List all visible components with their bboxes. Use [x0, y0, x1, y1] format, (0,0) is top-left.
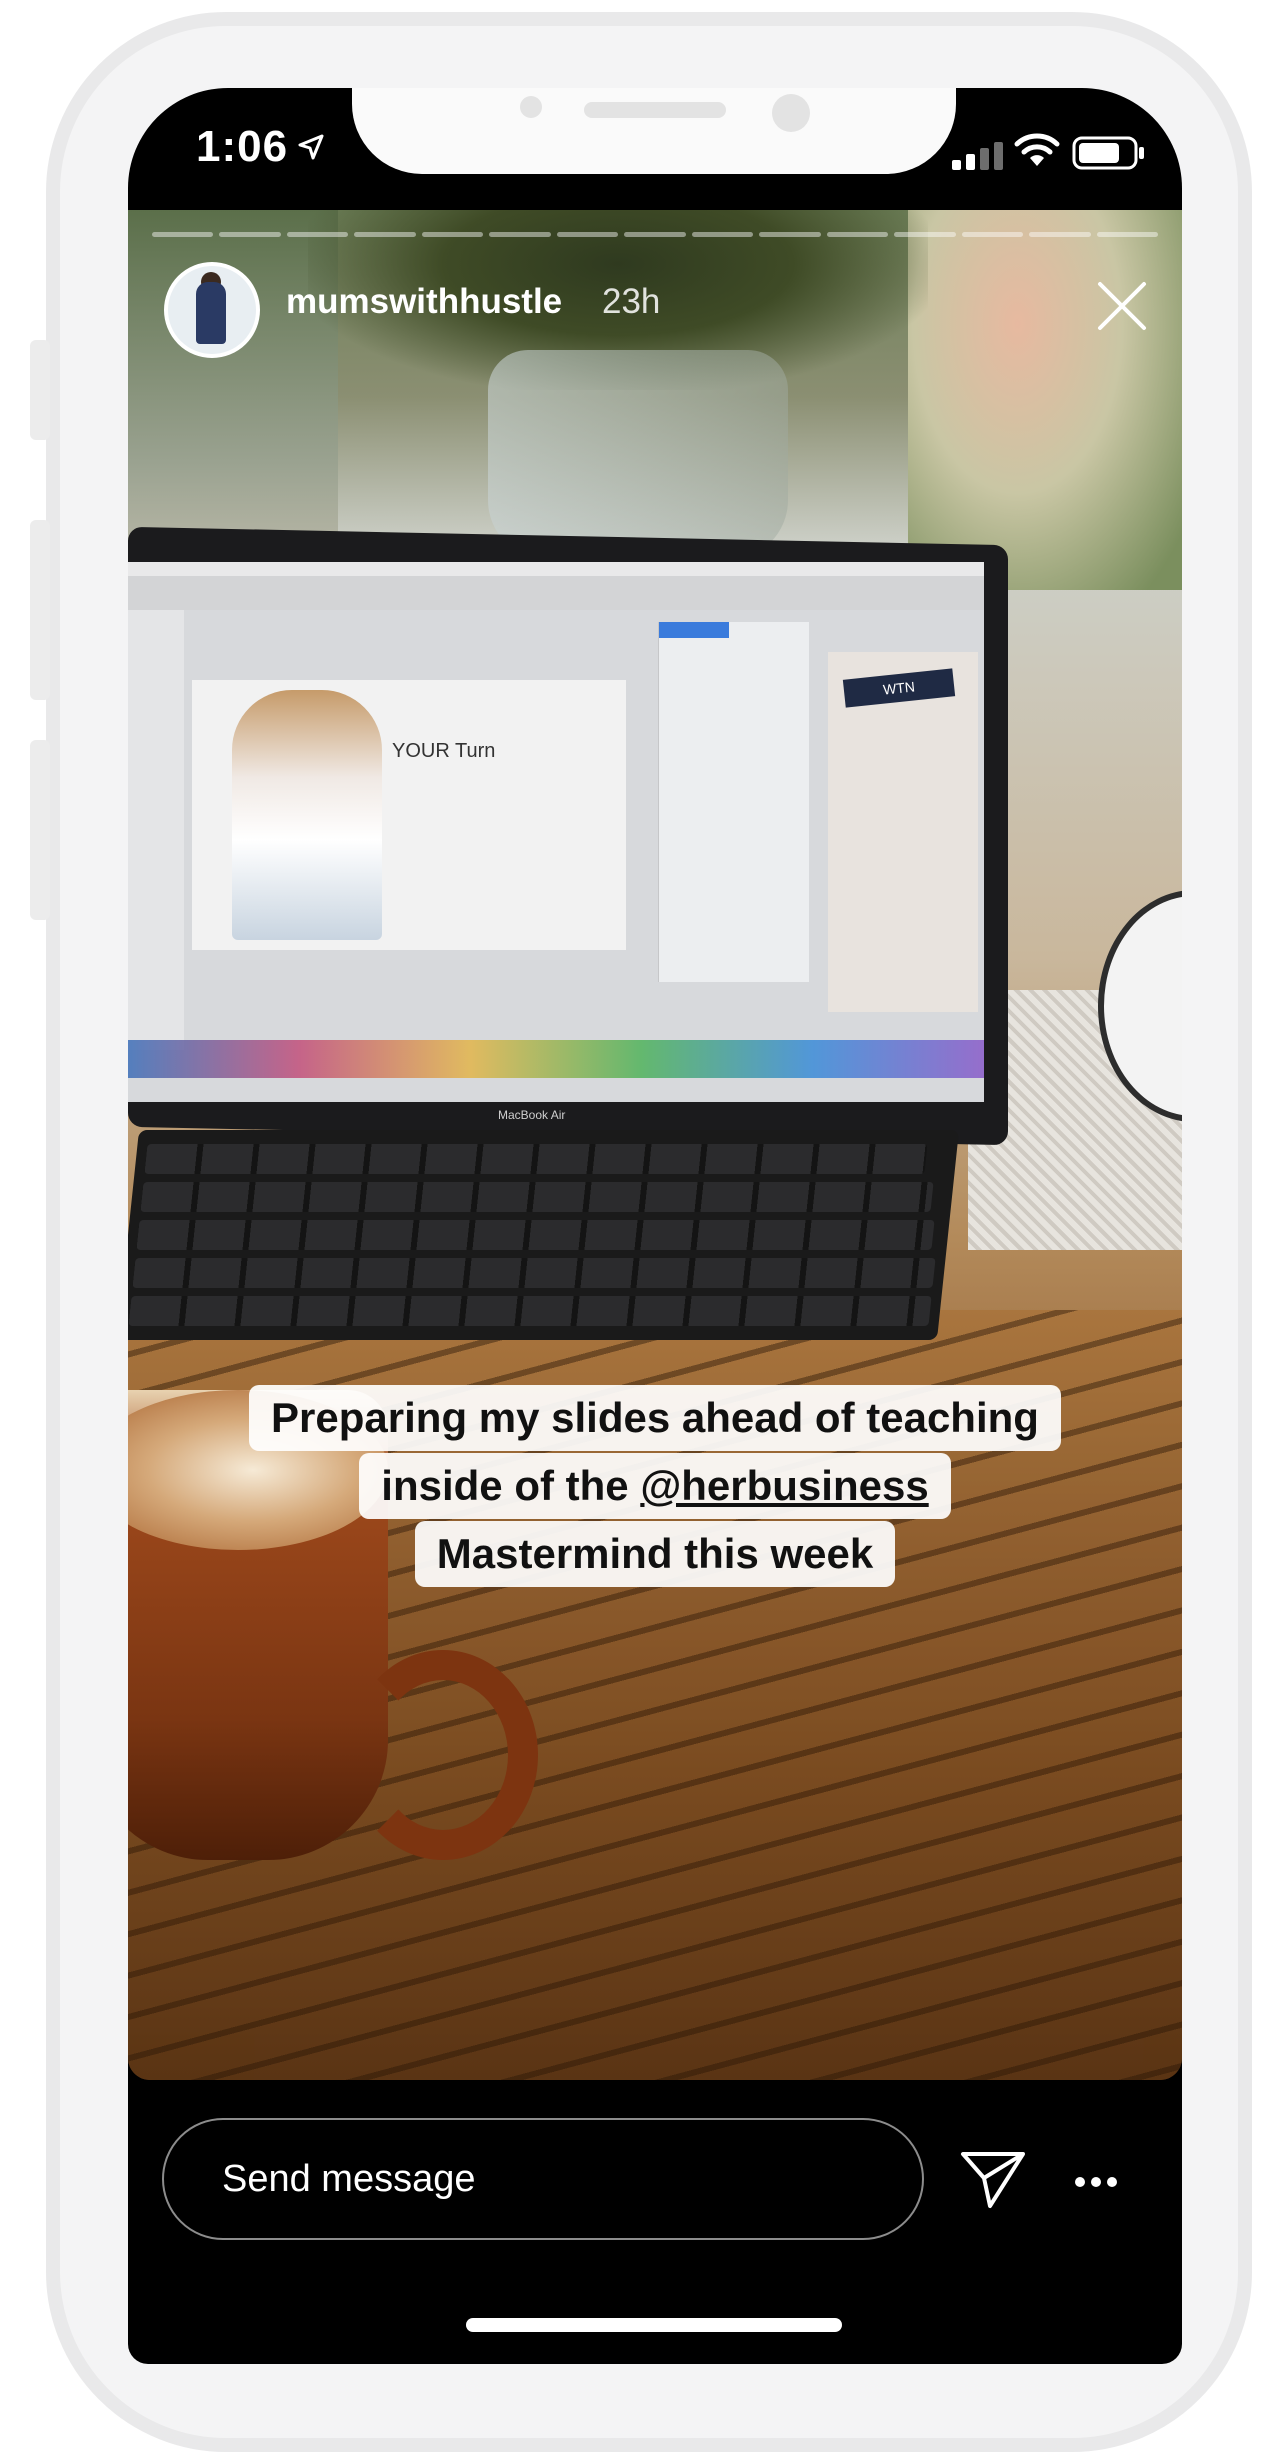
home-indicator[interactable] — [466, 2318, 842, 2332]
mention-link[interactable]: @herbusiness — [640, 1462, 928, 1509]
cup-handle — [348, 1650, 538, 1860]
slide-title: YOUR Turn — [392, 740, 496, 762]
caption-line-3: Mastermind this week — [414, 1521, 896, 1587]
story-caption: Preparing my slides ahead of teaching in… — [128, 1385, 1182, 1589]
profile-avatar[interactable] — [164, 262, 260, 358]
send-direct-icon[interactable] — [960, 2150, 1026, 2210]
earpiece-speaker — [584, 102, 726, 118]
close-icon[interactable] — [1096, 280, 1148, 332]
caption-line-2: inside of the @herbusiness — [359, 1453, 951, 1519]
side-button-left-3 — [30, 740, 50, 920]
inspector-panel — [658, 622, 809, 982]
side-button-left-2 — [30, 520, 50, 700]
wifi-icon — [1014, 133, 1060, 166]
proximity-sensor — [772, 94, 810, 132]
side-button-left-1 — [30, 340, 50, 440]
story-username[interactable]: mumswithhustle — [286, 282, 562, 322]
mac-dock — [128, 1040, 984, 1078]
more-options-icon[interactable] — [1074, 2176, 1118, 2188]
story-timestamp: 23h — [602, 282, 661, 321]
battery-icon — [1072, 136, 1144, 170]
mac-menu-bar — [128, 562, 984, 576]
slide-photo-woman — [232, 690, 382, 940]
current-slide: YOUR Turn — [192, 680, 626, 950]
slide-navigator — [128, 610, 184, 1050]
macbook-label: MacBook Air — [498, 1108, 566, 1122]
status-time: 1:06 — [196, 122, 289, 171]
front-camera — [520, 96, 542, 118]
story-progress-bar — [152, 232, 1159, 237]
keynote-toolbar — [128, 576, 984, 610]
caption-line-2-text: inside of the — [381, 1462, 641, 1509]
background-garden-right — [908, 210, 1182, 590]
send-message-input[interactable]: Send message — [162, 2118, 924, 2240]
cellular-signal-icon — [952, 142, 1003, 170]
inspector-tab — [659, 622, 729, 638]
glass-vase — [488, 350, 788, 560]
laptop-keyboard — [128, 1130, 960, 1340]
caption-line-1: Preparing my slides ahead of teaching — [249, 1385, 1061, 1451]
notch — [352, 88, 956, 174]
story-media[interactable]: YOUR Turn WTN MacBook Air mumswithhustle… — [128, 210, 1182, 2080]
location-arrow-icon — [298, 134, 324, 160]
laptop-display: YOUR Turn WTN — [128, 562, 984, 1102]
